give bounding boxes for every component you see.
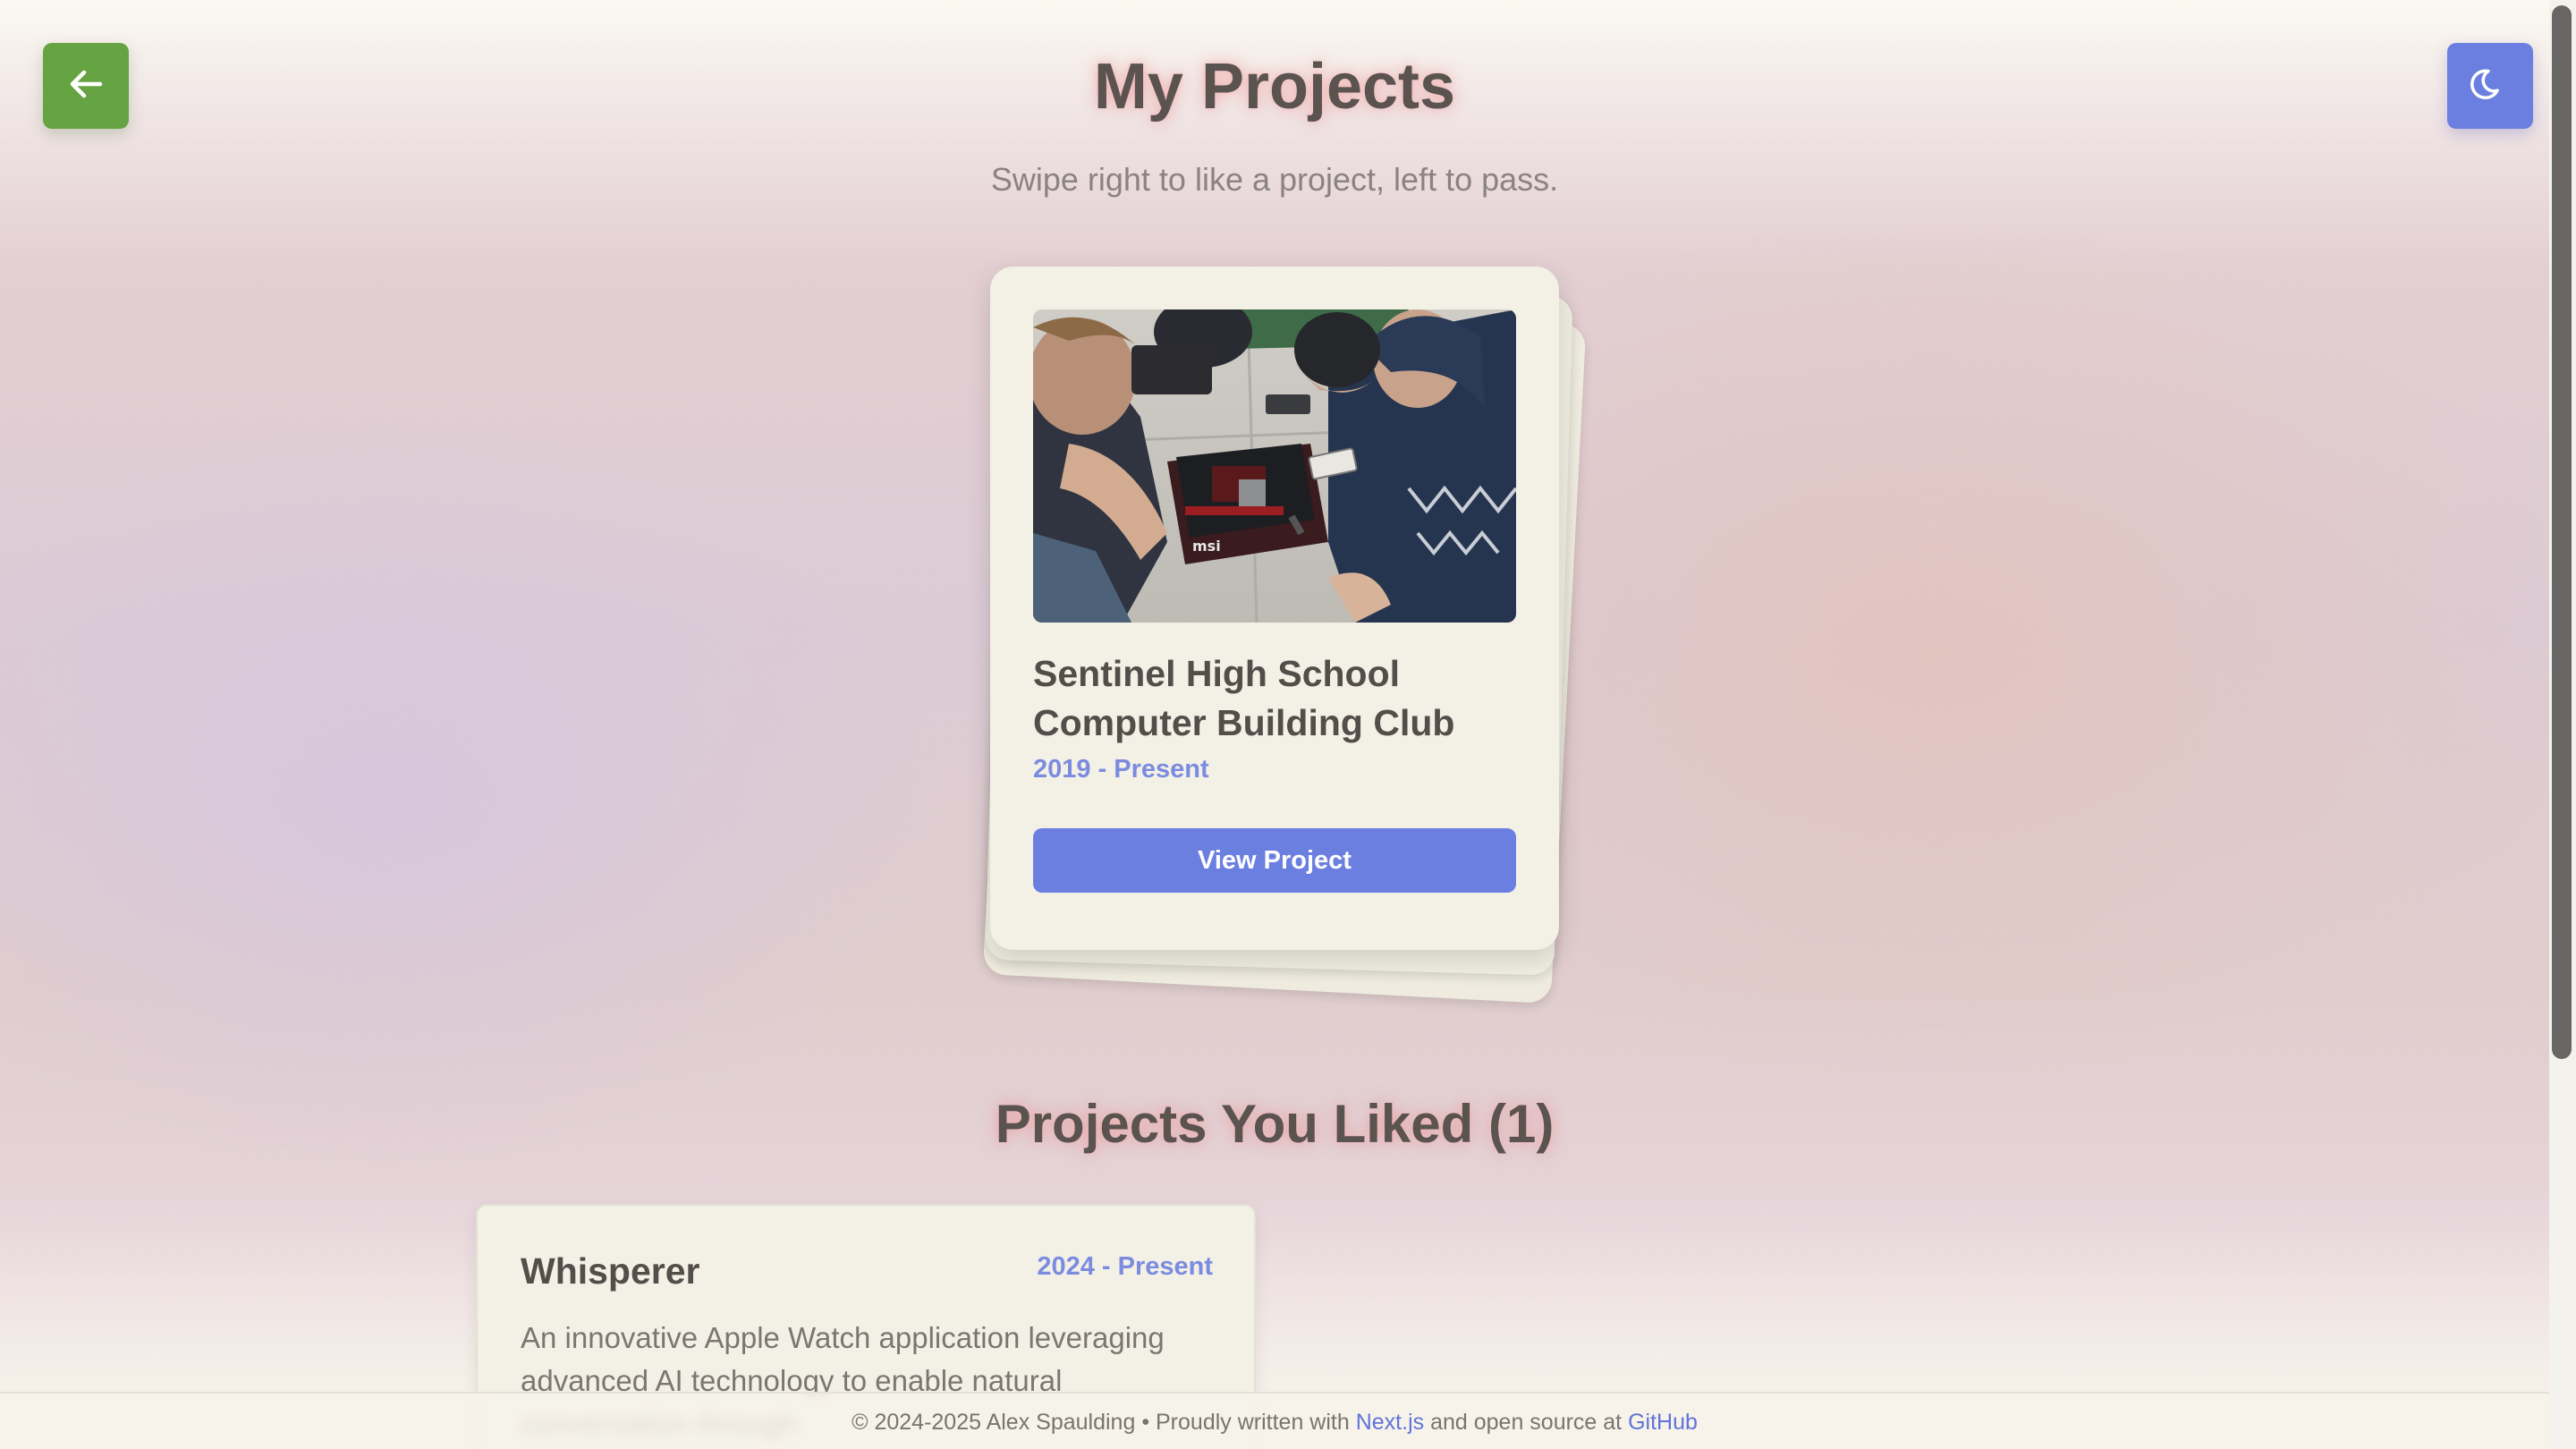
github-link[interactable]: GitHub: [1628, 1410, 1698, 1436]
page-title: My Projects: [1093, 51, 1456, 123]
nextjs-link[interactable]: Next.js: [1356, 1410, 1424, 1436]
project-card[interactable]: msi Sentinel High School Computer Buildi…: [990, 267, 1559, 950]
liked-projects-heading: Projects You Liked (1): [995, 1094, 1555, 1154]
project-image: msi: [1033, 309, 1516, 623]
footer: © 2024-2025 Alex Spaulding • Proudly wri…: [0, 1392, 2549, 1449]
scrollbar-thumb[interactable]: [2552, 5, 2572, 1059]
project-title: Sentinel High School Computer Building C…: [1033, 653, 1455, 743]
view-project-button[interactable]: View Project: [1033, 828, 1516, 893]
liked-project-date: 2024 - Present: [1037, 1252, 1213, 1281]
liked-project-name: Whisperer: [521, 1250, 700, 1292]
footer-text: © 2024-2025 Alex Spaulding • Proudly wri…: [852, 1409, 1356, 1435]
page-subtitle: Swipe right to like a project, left to p…: [990, 161, 1559, 198]
footer-text-middle: and open source at: [1424, 1409, 1629, 1435]
svg-text:msi: msi: [1192, 538, 1221, 555]
project-date: 2019 - Present: [1033, 755, 1209, 784]
